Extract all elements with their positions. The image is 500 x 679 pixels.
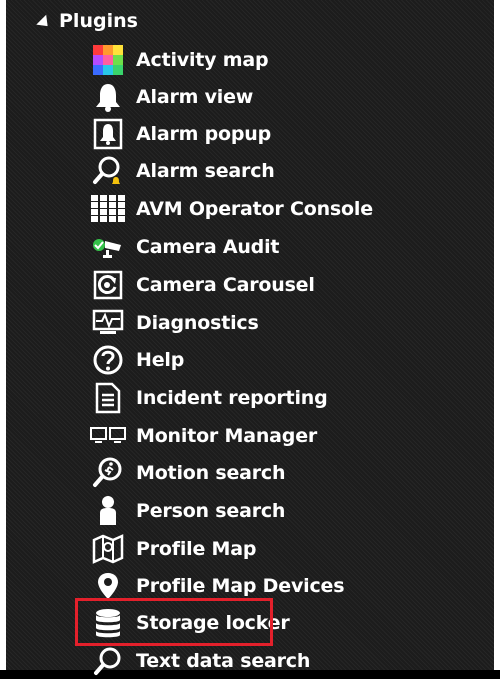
storage-locker-highlight-box <box>75 598 273 646</box>
document-icon <box>88 381 128 415</box>
tree-item-alarm-search[interactable]: Alarm search <box>88 152 275 189</box>
tree-item-label: Incident reporting <box>136 386 328 409</box>
tree-item-label: Motion search <box>136 461 286 484</box>
tree-item-label: Text data search <box>136 649 311 672</box>
tree-item-label: Person search <box>136 499 286 522</box>
tree-item-label: Activity map <box>136 48 269 71</box>
tree-item-label: Diagnostics <box>136 311 259 334</box>
tree-item-person-search[interactable]: Person search <box>88 492 285 529</box>
camera-audit-icon <box>88 230 128 264</box>
tree-item-text-data-search[interactable]: Text data search <box>88 642 310 679</box>
alarm-search-icon <box>88 154 128 188</box>
tree-item-incident-reporting[interactable]: Incident reporting <box>88 379 328 416</box>
alarm-popup-icon <box>88 117 128 151</box>
tree-item-label: Camera Carousel <box>136 273 315 296</box>
tree-item-diagnostics[interactable]: Diagnostics <box>88 304 259 341</box>
tree-item-activity-map[interactable]: Activity map <box>88 41 269 78</box>
collapse-triangle-icon[interactable] <box>36 14 53 31</box>
tree-item-label: Profile Map Devices <box>136 574 345 597</box>
tree-item-alarm-popup[interactable]: Alarm popup <box>88 115 271 152</box>
person-icon <box>88 494 128 528</box>
motion-search-icon <box>88 456 128 490</box>
tree-item-profile-map[interactable]: Profile Map <box>88 530 256 567</box>
camera-carousel-icon <box>88 268 128 302</box>
tree-item-label: Help <box>136 348 185 371</box>
tree-item-label: Alarm popup <box>136 122 272 145</box>
tree-item-label: Camera Audit <box>136 235 280 258</box>
plugins-section-header[interactable]: Plugins <box>36 6 138 36</box>
tree-item-camera-audit[interactable]: Camera Audit <box>88 228 279 265</box>
activity-map-icon <box>88 43 128 77</box>
monitors-icon <box>88 419 128 453</box>
tree-item-monitor-manager[interactable]: Monitor Manager <box>88 417 317 454</box>
tree-item-label: Monitor Manager <box>136 424 318 447</box>
tree-item-label: Alarm view <box>136 85 254 108</box>
plugins-section-label: Plugins <box>59 10 138 32</box>
tree-item-label: AVM Operator Console <box>136 197 373 220</box>
grid-icon <box>88 192 128 226</box>
tree-item-avm-operator-console[interactable]: AVM Operator Console <box>88 190 373 227</box>
map-icon <box>88 532 128 566</box>
text-search-icon <box>88 644 128 678</box>
bell-icon <box>88 80 128 114</box>
diagnostics-icon <box>88 306 128 340</box>
tree-item-label: Profile Map <box>136 537 257 560</box>
plugins-tree-panel: Plugins Activity map Alarm view Alarm po… <box>6 0 494 675</box>
tree-item-help[interactable]: Help <box>88 341 184 378</box>
tree-item-motion-search[interactable]: Motion search <box>88 454 286 491</box>
help-icon <box>88 343 128 377</box>
tree-item-camera-carousel[interactable]: Camera Carousel <box>88 266 315 303</box>
right-border <box>494 0 500 670</box>
tree-item-alarm-view[interactable]: Alarm view <box>88 78 253 115</box>
tree-item-label: Alarm search <box>136 159 275 182</box>
